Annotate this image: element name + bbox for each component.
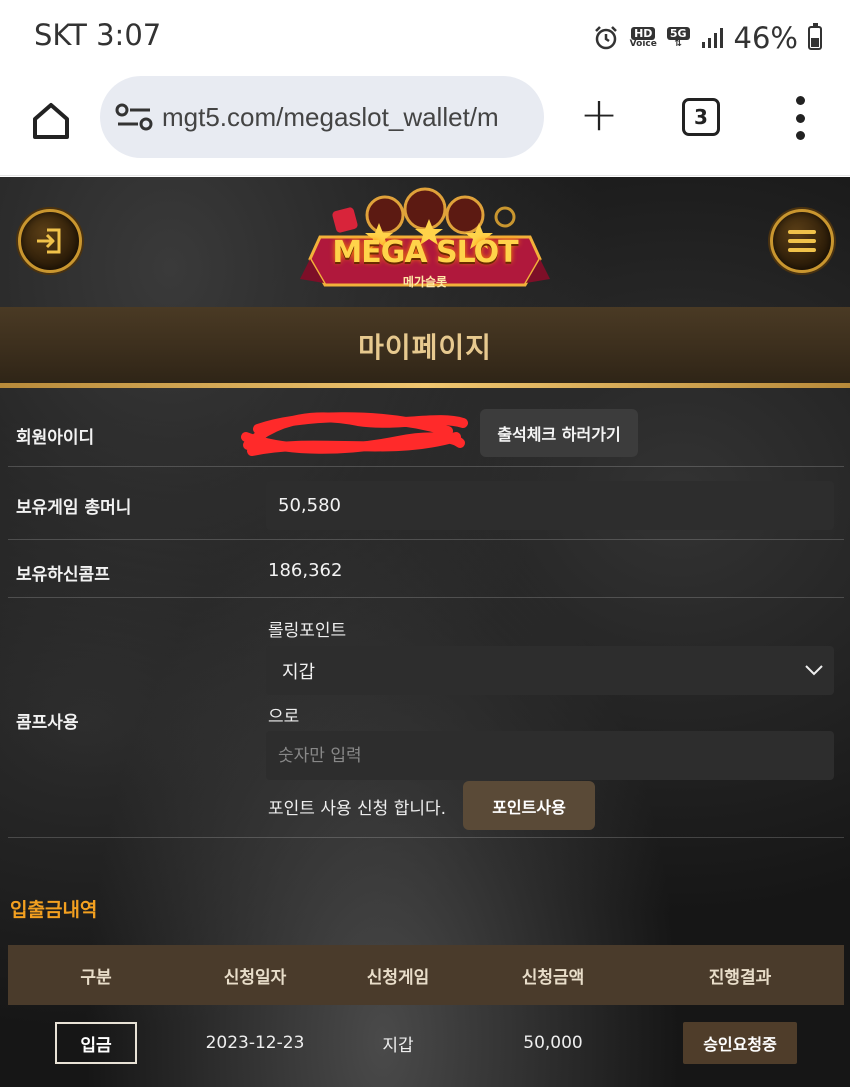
col-date: 신청일자 xyxy=(223,967,287,988)
type-badge: 입금 xyxy=(55,1022,137,1064)
status-bar: SKT 3:07 HD Voice 5G ⇅ 46% xyxy=(0,0,850,76)
col-status: 진행결과 xyxy=(708,967,772,988)
use-points-button[interactable]: 포인트사용 xyxy=(463,781,595,830)
chevron-down-icon xyxy=(805,665,823,676)
row-date: 2023-12-23 xyxy=(205,1033,305,1053)
address-bar[interactable]: mgt5.com/megaslot_wallet/m xyxy=(100,76,544,158)
col-amount: 신청금액 xyxy=(521,967,585,988)
site-header: MEGA SLOT 메가슬롯 xyxy=(0,177,850,307)
hamburger-icon[interactable] xyxy=(770,209,834,273)
page-title-band: 마이페이지 xyxy=(0,307,850,385)
history-table: 구분 신청일자 신청게임 신청금액 진행결과 입금 2023-12-23 지갑 … xyxy=(8,945,844,1081)
comp-value: 186,362 xyxy=(268,560,343,581)
col-type: 구분 xyxy=(80,967,112,988)
tabs-icon[interactable]: 3 xyxy=(682,98,720,136)
game-money-row: 보유게임 총머니 50,580 xyxy=(8,467,844,540)
comp-row: 보유하신콤프 186,362 xyxy=(8,540,844,598)
history-header-row: 구분 신청일자 신청게임 신청금액 진행결과 xyxy=(8,945,844,1005)
title-divider xyxy=(0,383,850,388)
history-title: 입출금내역 xyxy=(10,899,98,921)
home-icon[interactable] xyxy=(28,98,74,144)
game-money-field: 50,580 xyxy=(266,481,834,530)
carrier-time: SKT 3:07 xyxy=(34,18,162,52)
row-amount: 50,000 xyxy=(523,1033,583,1053)
status-icons: HD Voice 5G ⇅ 46% xyxy=(592,18,822,58)
member-id-label: 회원아이디 xyxy=(16,428,95,448)
game-money-label: 보유게임 총머니 xyxy=(16,498,132,518)
new-tab-icon[interactable]: + xyxy=(578,91,620,137)
battery-percent: 46% xyxy=(733,21,798,55)
voice-label: Voice xyxy=(629,39,657,49)
page-content: MEGA SLOT 메가슬롯 마이페이지 회원아이디 출석체크 하러가기 보유게… xyxy=(0,177,850,1087)
status-badge: 승인요청중 xyxy=(683,1022,797,1064)
battery-icon xyxy=(808,23,822,50)
signal-icon xyxy=(700,26,724,50)
wallet-select-value: 지갑 xyxy=(282,661,316,683)
points-amount-input[interactable] xyxy=(266,731,834,780)
logo-text: MEGA SLOT xyxy=(332,235,518,270)
login-icon[interactable] xyxy=(18,209,82,273)
redaction-scribble xyxy=(238,407,468,459)
logo-subtext: 메가슬롯 xyxy=(402,275,448,289)
member-id-row: 회원아이디 출석체크 하러가기 xyxy=(8,399,844,467)
site-settings-icon[interactable] xyxy=(114,102,154,132)
row-game: 지갑 xyxy=(382,1035,414,1056)
wallet-select[interactable]: 지갑 xyxy=(266,646,834,695)
mega-slot-logo[interactable]: MEGA SLOT 메가슬롯 xyxy=(300,187,550,299)
col-game: 신청게임 xyxy=(366,967,430,988)
table-row: 입금 2023-12-23 지갑 50,000 승인요청중 xyxy=(8,1005,844,1081)
url-text[interactable]: mgt5.com/megaslot_wallet/m xyxy=(162,102,499,133)
comp-use-label: 콤프사용 xyxy=(16,713,79,733)
attendance-check-button[interactable]: 출석체크 하러가기 xyxy=(480,409,638,457)
hd-voice-icon: HD Voice xyxy=(630,27,657,49)
alarm-icon xyxy=(592,24,620,52)
comp-use-row: 콤프사용 롤링포인트 지갑 으로 포인트 사용 신청 합니다. 포인트사용 xyxy=(8,598,844,838)
browser-toolbar: mgt5.com/megaslot_wallet/m + 3 xyxy=(0,76,850,176)
to-caption: 으로 xyxy=(268,707,300,727)
more-icon[interactable] xyxy=(790,96,810,140)
5g-icon: 5G ⇅ xyxy=(666,27,690,49)
rolling-point-caption: 롤링포인트 xyxy=(268,621,347,641)
apply-text: 포인트 사용 신청 합니다. xyxy=(268,799,447,819)
comp-label: 보유하신콤프 xyxy=(16,565,110,585)
page-title: 마이페이지 xyxy=(358,331,492,364)
data-arrows: ⇅ xyxy=(674,39,682,49)
